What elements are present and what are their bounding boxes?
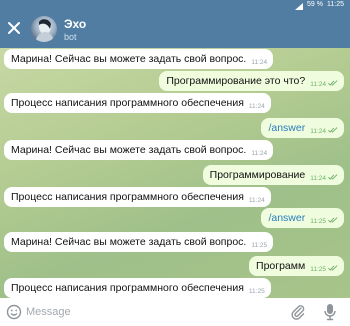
message-time: 11:25 [248,288,265,295]
message-time: 11:25 [310,266,326,273]
incoming-message[interactable]: Марина! Сейчас вы можете задать свой воп… [4,140,274,160]
signal-icon [295,2,304,10]
microphone-icon[interactable] [323,303,337,321]
message-time: 11:24 [310,175,326,182]
chat-header: Эхо bot [0,10,350,48]
message-meta: 11:24 [310,122,338,142]
message-list[interactable]: Марина! Сейчас вы можете задать свой воп… [0,48,350,298]
message-input[interactable] [26,303,246,321]
message-text: Марина! Сейчас вы можете задать свой воп… [11,53,247,65]
message-time: 11:24 [248,103,265,110]
message-text: Программ [256,260,306,272]
battery-level: 59 % [307,1,323,8]
close-icon[interactable] [6,20,22,36]
double-check-icon [328,217,338,223]
incoming-message[interactable]: Марина! Сейчас вы можете задать свой воп… [4,232,274,252]
double-check-icon [328,265,338,271]
message-composer [0,298,350,326]
message-meta: 11:25 [310,260,338,280]
message-time: 11:25 [310,218,326,225]
message-text: Программирование это что? [166,75,306,87]
message-text: Марина! Сейчас вы можете задать свой воп… [11,236,247,248]
outgoing-message[interactable]: Программ 11:25 [249,256,344,276]
emoji-icon[interactable] [6,304,22,320]
bot-command-link[interactable]: /answer [268,118,305,138]
outgoing-message[interactable]: /answer 11:25 [261,208,344,228]
message-text: Процесс написания программного обеспечен… [11,97,244,109]
message-time: 11:24 [248,197,265,204]
outgoing-message[interactable]: Программирование 11:24 [202,165,344,185]
message-meta: 11:24 [310,169,338,189]
bot-command-link[interactable]: /answer [268,208,305,228]
message-time: 11:24 [251,59,268,66]
double-check-icon [328,127,338,133]
outgoing-message[interactable]: Программирование это что? 11:24 [159,71,344,91]
message-meta: 11:25 [310,212,338,232]
message-time: 11:24 [310,81,326,88]
paperclip-icon[interactable] [290,304,306,320]
message-meta: 11:25 [249,282,265,298]
incoming-message[interactable]: Процесс написания программного обеспечен… [4,278,271,298]
message-meta: 11:24 [251,144,267,164]
message-text: Процесс написания программного обеспечен… [11,282,244,294]
message-meta: 11:24 [310,75,338,95]
message-meta: 11:24 [251,53,267,73]
message-time: 11:24 [251,150,268,157]
message-meta: 11:24 [249,97,265,117]
status-time: 11:25 [327,1,344,8]
avatar[interactable] [31,16,57,42]
message-text: Процесс написания программного обеспечен… [11,191,244,203]
message-text: Программирование [209,169,306,181]
message-time: 11:24 [310,128,326,135]
double-check-icon [328,174,338,180]
message-meta: 11:24 [249,191,265,211]
incoming-message[interactable]: Процесс написания программного обеспечен… [4,93,271,113]
message-time: 11:25 [251,242,268,249]
incoming-message[interactable]: Марина! Сейчас вы можете задать свой воп… [4,49,274,69]
chat-title[interactable]: Эхо [64,17,86,31]
message-text: Марина! Сейчас вы можете задать свой воп… [11,144,247,156]
outgoing-message[interactable]: /answer 11:24 [261,118,344,138]
double-check-icon [328,80,338,86]
incoming-message[interactable]: Процесс написания программного обеспечен… [4,187,271,207]
message-meta: 11:25 [251,236,267,256]
status-bar: 59 % 11:25 [0,0,350,10]
chat-subtitle: bot [64,32,77,42]
